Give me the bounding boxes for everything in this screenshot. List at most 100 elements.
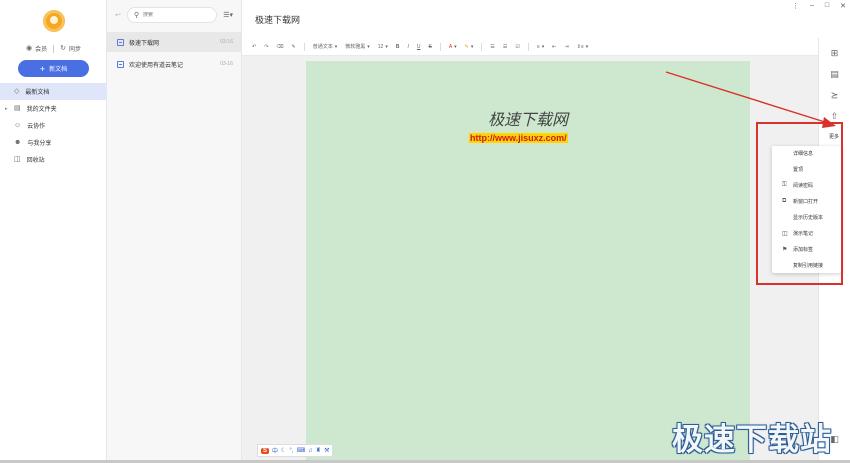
chevron-down-icon: ▾ (470, 43, 474, 50)
sidebar-item-label: 云协作 (27, 124, 46, 130)
underline-button[interactable]: U (417, 44, 421, 50)
ime-chinese-mode-icon[interactable]: 中 (272, 446, 278, 455)
list-item[interactable]: 极速下载网 03-16 (107, 32, 241, 52)
ime-tools-icon[interactable]: ⚒ (324, 447, 329, 454)
outdent-icon: ⇤ (552, 43, 557, 50)
plus-icon: + (39, 63, 46, 74)
strikethrough-button[interactable]: S (428, 44, 431, 50)
sidebar-item-shared[interactable]: ☻ 与我分享 (0, 134, 107, 151)
chevron-down-icon: ▾ (454, 43, 457, 50)
bold-icon: B (395, 43, 400, 50)
page-title[interactable]: 极速下载网 (255, 13, 300, 26)
indent-increase-button[interactable]: ⇥ (564, 44, 568, 50)
recent-icon: ◇ (14, 88, 20, 95)
list-item[interactable]: 欢迎使用有道云笔记 03-16 (107, 54, 241, 74)
font-size-select[interactable]: 12 ▾ (378, 44, 388, 50)
note-title: 极速下载网 (129, 40, 160, 47)
ime-punctuation-icon[interactable]: °, (289, 448, 293, 454)
document-page[interactable]: 极速下载网 http://www.jisuxz.com/ (306, 61, 750, 463)
annotation-highlight-box (756, 122, 843, 285)
chevron-down-icon: ▾ (585, 43, 589, 50)
chevron-down-icon: ▾ (541, 43, 545, 50)
ime-logo-icon[interactable]: S (261, 447, 270, 454)
bullet-list-button[interactable]: ☰ (490, 44, 494, 50)
divider (303, 42, 305, 51)
maximize-icon[interactable]: □ (825, 2, 829, 10)
collab-icon: ☺ (14, 122, 22, 129)
folder-icon: ▤ (14, 105, 21, 112)
line-spacing-button[interactable]: ⇕≡ ▾ (577, 44, 589, 50)
ime-voice-icon[interactable]: ♫ (308, 448, 313, 454)
numbered-list-button[interactable]: ☰ (503, 44, 507, 50)
highlight-button[interactable]: ✎ ▾ (465, 44, 474, 50)
avatar[interactable] (43, 10, 65, 32)
close-icon[interactable]: ✕ (840, 2, 846, 10)
bullet-list-icon: ☰ (490, 43, 495, 50)
new-document-button[interactable]: + 新文档 (18, 60, 89, 77)
chevron-down-icon: ▾ (385, 43, 388, 50)
format-painter-button[interactable]: ✎ (291, 44, 295, 50)
share-icon[interactable]: ⪰ (829, 90, 840, 101)
share-with-me-icon: ☻ (14, 139, 22, 146)
sort-menu-icon[interactable]: ☰▾ (223, 12, 233, 19)
minimize-icon[interactable]: – (810, 2, 814, 10)
editor-header: 极速下载网 (242, 0, 818, 38)
sidebar-nav: ◇ 最新文档 ▸ ▤ 我的文件夹 ☺ 云协作 ☻ 与我分享 ◫ 回收站 (0, 83, 107, 168)
italic-icon: I (407, 43, 409, 50)
window-controls: ⋮ – □ ✕ (792, 2, 846, 10)
sidebar-item-trash[interactable]: ◫ 回收站 (0, 151, 107, 168)
more-vertical-icon[interactable]: ⋮ (792, 2, 799, 10)
undo-icon: ↶ (252, 43, 257, 50)
outline-icon[interactable]: ▤ (829, 69, 840, 80)
highlight-icon: ✎ (464, 43, 469, 50)
ime-skin-icon[interactable]: ♜ (316, 447, 321, 454)
underline-icon: U (416, 43, 421, 50)
sidebar-item-label: 回收站 (26, 158, 45, 164)
indent-icon: ⇥ (564, 43, 569, 50)
eraser-button[interactable]: ⌫ (276, 44, 283, 50)
align-button[interactable]: ≡ ▾ (537, 44, 544, 50)
checklist-button[interactable]: ☑ (515, 44, 519, 50)
sync-button[interactable]: ↻ 同步 (60, 44, 81, 53)
sync-icon: ↻ (60, 45, 66, 52)
member-label: 会员 (35, 47, 48, 53)
sidebar-item-recent[interactable]: ◇ 最新文档 (0, 83, 107, 100)
search-icon: ⚲ (133, 11, 140, 19)
back-icon[interactable]: ↩ (115, 12, 121, 19)
export-icon[interactable]: ⇧ (829, 111, 840, 122)
divider (527, 42, 529, 51)
trash-icon: ◫ (14, 156, 21, 163)
sidebar-item-collab[interactable]: ☺ 云协作 (0, 117, 107, 134)
search-input[interactable] (143, 12, 204, 18)
note-date: 03-16 (220, 61, 233, 67)
search-box[interactable]: ⚲ (126, 7, 218, 23)
note-icon (117, 38, 124, 46)
chevron-right-icon[interactable]: ▸ (5, 106, 8, 112)
note-list-header: ↩ ⚲ ☰▾ (107, 0, 241, 30)
member-button[interactable]: ◉ 会员 (26, 44, 47, 53)
line-spacing-icon: ⇕≡ (576, 43, 584, 50)
insert-icon[interactable]: ⊞ (829, 48, 840, 59)
sidebar-item-folders[interactable]: ▸ ▤ 我的文件夹 (0, 100, 107, 117)
wifi-icon: ◉ (25, 45, 33, 52)
note-list: ↩ ⚲ ☰▾ 极速下载网 03-16 欢迎使用有道云笔记 03-16 (107, 0, 242, 460)
indent-decrease-button[interactable]: ⇤ (552, 44, 556, 50)
ime-moon-icon[interactable]: ☾ (281, 447, 286, 454)
chevron-down-icon: ▾ (334, 43, 338, 50)
redo-button[interactable]: ↷ (264, 44, 268, 50)
italic-button[interactable]: I (407, 44, 408, 50)
bold-button[interactable]: B (396, 44, 400, 50)
note-title: 欢迎使用有道云笔记 (129, 62, 184, 69)
watermark: 极速下载站 (672, 422, 832, 458)
sidebar-top-actions: ◉ 会员 ↻ 同步 (0, 44, 107, 53)
paragraph-style-select[interactable]: 普通文本 ▾ (313, 43, 338, 51)
sync-label: 同步 (68, 47, 81, 53)
ime-keyboard-icon[interactable]: ⌨ (297, 447, 306, 454)
document-heading: 极速下载网 (487, 112, 568, 129)
font-color-button[interactable]: A ▾ (449, 44, 457, 50)
chevron-down-icon: ▾ (367, 43, 370, 50)
font-family-select[interactable]: 微软雅黑 ▾ (345, 43, 370, 51)
document-link[interactable]: http://www.jisuxz.com/ (469, 133, 568, 143)
undo-button[interactable]: ↶ (252, 44, 256, 50)
sidebar-item-label: 最新文档 (25, 90, 50, 96)
